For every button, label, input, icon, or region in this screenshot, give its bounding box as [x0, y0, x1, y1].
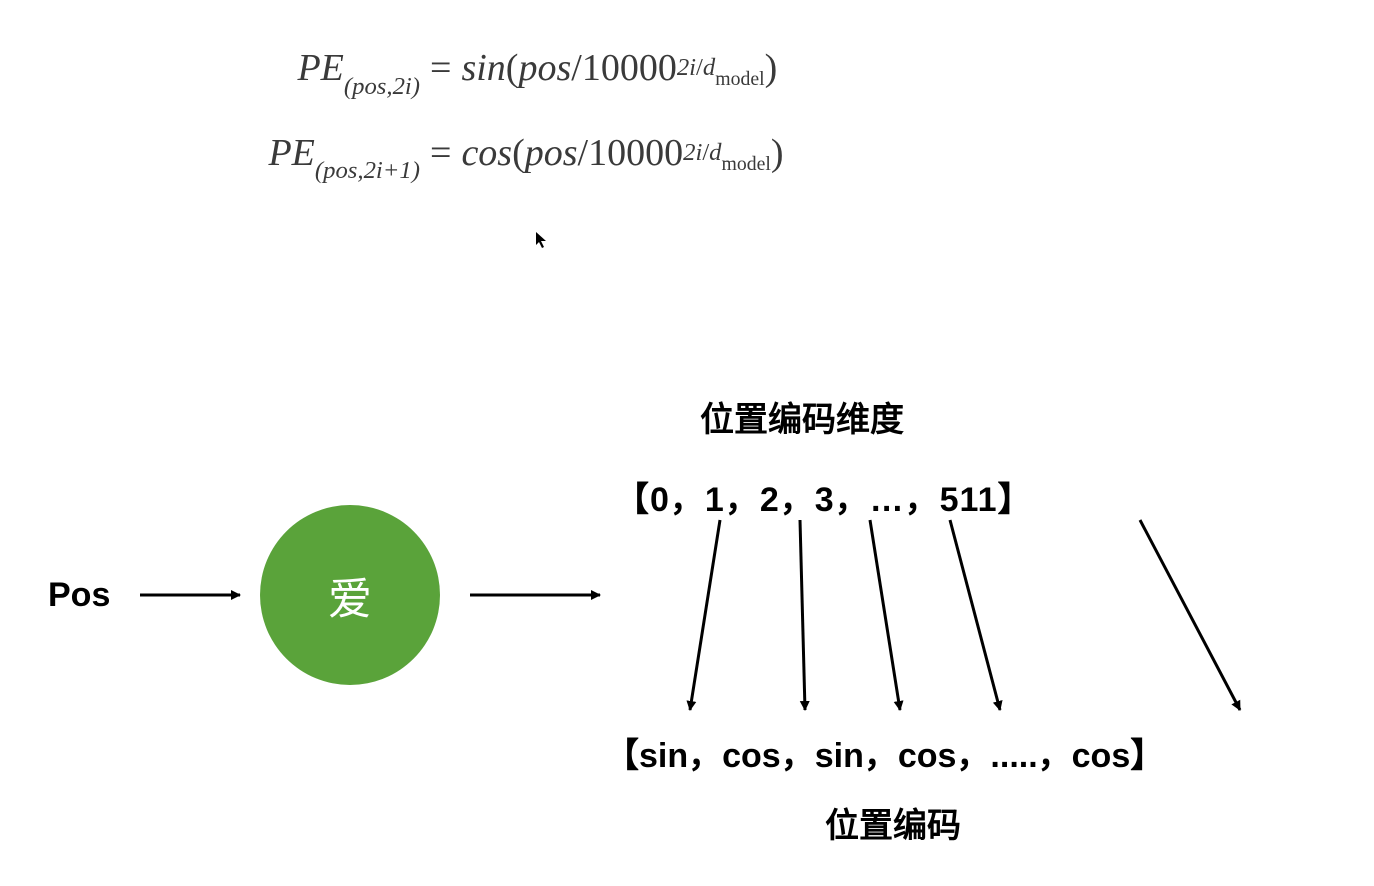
- close-paren: ): [765, 40, 778, 97]
- arrow-map-3: [950, 520, 1000, 710]
- cursor-icon: [535, 230, 549, 257]
- slash: /: [578, 125, 589, 182]
- arrow-map-2: [870, 520, 900, 710]
- cos-fn: cos: [461, 125, 512, 182]
- slash: /: [571, 40, 582, 97]
- base-10000: 10000: [582, 40, 677, 97]
- arrows-svg: [0, 380, 1374, 880]
- open-paren: (: [506, 40, 519, 97]
- exp-2i: 2i: [677, 54, 696, 81]
- pe-symbol: PE: [268, 132, 314, 174]
- formula-block: PE(pos,2i) = sin(pos/100002i/dmodel) PE(…: [140, 40, 784, 209]
- open-paren: (: [512, 125, 525, 182]
- pos-arg: pos: [525, 125, 578, 182]
- pe-subscript: (pos,2i+1): [315, 157, 420, 184]
- exp-d: d: [703, 54, 715, 81]
- diagram: Pos 爱 位置编码维度 【0，1，2，3，…，511】 【sin，cos，si…: [0, 380, 1374, 880]
- pe-subscript: (pos,2i): [344, 73, 420, 100]
- exp-model: model: [722, 153, 771, 175]
- base-10000: 10000: [588, 125, 683, 182]
- equals-sign: =: [420, 40, 461, 97]
- pos-arg: pos: [518, 40, 571, 97]
- exp-2i: 2i: [683, 139, 702, 166]
- formula-sin: PE(pos,2i) = sin(pos/100002i/dmodel): [140, 40, 784, 100]
- exp-slash: /: [696, 54, 703, 81]
- exp-model: model: [715, 68, 764, 90]
- formula-cos: PE(pos,2i+1) = cos(pos/100002i/dmodel): [140, 125, 784, 185]
- equals-sign: =: [420, 125, 461, 182]
- close-paren: ): [771, 125, 784, 182]
- pe-symbol: PE: [297, 47, 343, 89]
- arrow-map-1: [800, 520, 805, 710]
- sin-fn: sin: [461, 40, 505, 97]
- exp-d: d: [709, 139, 721, 166]
- arrow-map-0: [690, 520, 720, 710]
- arrow-map-511: [1140, 520, 1240, 710]
